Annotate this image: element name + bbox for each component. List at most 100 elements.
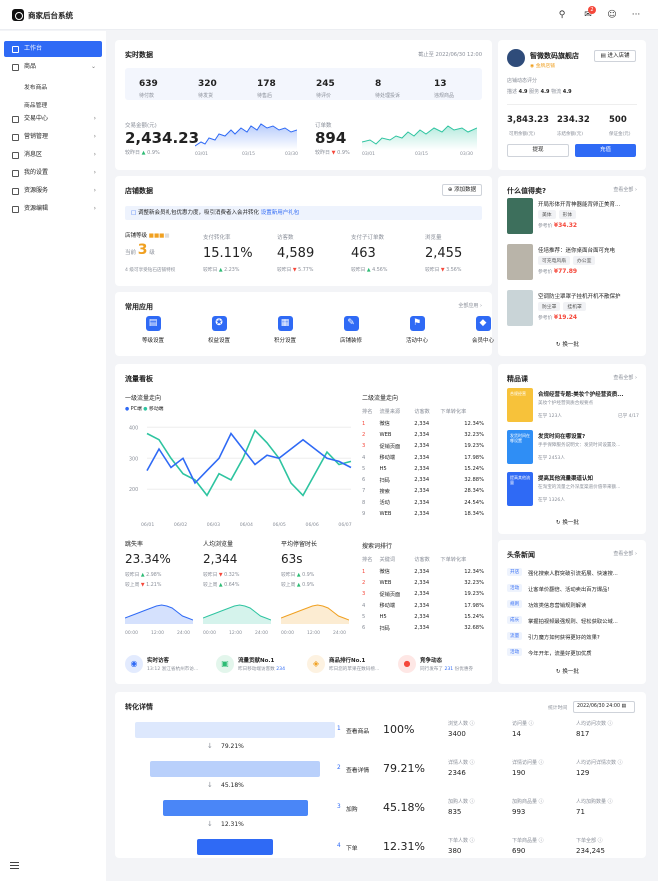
- news-headline[interactable]: 强化搜索人群突破引流拓展、快速搜...: [528, 569, 618, 577]
- sidebar-item-goods[interactable]: 商品 ⌄: [4, 59, 102, 75]
- funnel-step-name: 下单: [346, 846, 358, 852]
- funnel-metric-value: 817: [576, 730, 590, 738]
- notice-icon: □: [131, 210, 137, 216]
- keyword-cell: 2,334: [414, 591, 430, 598]
- funnel-arrow-icon: ↓: [207, 742, 213, 750]
- app-bookmark[interactable]: ▤ 等级设置: [130, 316, 176, 350]
- level2-cell: 4: [362, 454, 366, 461]
- small-metric-label: 人均浏览量: [203, 541, 234, 548]
- product-title[interactable]: 空调防尘罩罩子挂机开机不散保护: [538, 292, 621, 300]
- mini-area-chart: [203, 604, 271, 624]
- level2-cell: 微信: [379, 421, 390, 428]
- small-metric-value: 63s: [281, 552, 303, 566]
- message-icon: [12, 152, 19, 159]
- course-all-link[interactable]: 查看全部 ›: [613, 374, 637, 381]
- news-headline[interactable]: 功效类信息营销规则解读: [528, 601, 586, 609]
- metric-label: 访客数: [277, 235, 294, 241]
- sidebar-item-edit[interactable]: 资源编辑 ›: [4, 201, 102, 217]
- deposit: 500: [609, 115, 627, 125]
- level2-cell: 扫码: [379, 477, 390, 484]
- sidebar-item-service[interactable]: 资源服务 ›: [4, 183, 102, 199]
- recharge-button[interactable]: 充值: [575, 144, 636, 157]
- keyword-cell: 2,334: [414, 579, 430, 586]
- course-title[interactable]: 提高其他流量渠道认知: [538, 474, 593, 482]
- metric-value: 463: [351, 246, 376, 261]
- flag-icon: ⚑: [409, 316, 425, 331]
- worth-all-link[interactable]: 查看全部 ›: [613, 186, 637, 193]
- product-title[interactable]: 佳培推荐：迷你桌面台面可充电: [538, 246, 615, 254]
- sidebar-item-settings[interactable]: 我的设置 ›: [4, 165, 102, 181]
- compare-pct: 1.21%: [146, 583, 162, 588]
- date-picker[interactable]: 2022/06/30 24:00 ▤: [573, 701, 635, 713]
- x-tick-label: 06/04: [240, 522, 253, 528]
- news-headline[interactable]: 掌握拍视频最强规则、轻松获取公域...: [528, 617, 618, 625]
- sidebar-item-marketing[interactable]: 营销管理 ›: [4, 129, 102, 145]
- course-title[interactable]: 发货时间在哪设置?: [538, 432, 585, 440]
- notice-link[interactable]: 设置新用户礼包: [261, 210, 300, 216]
- app-points[interactable]: ▦ 积分设置: [262, 316, 308, 350]
- app-badge[interactable]: ✪ 权益设置: [196, 316, 242, 350]
- product-tags: 防尘罩 挂机罩: [538, 302, 589, 311]
- sidebar-sub-publish[interactable]: 发布商品: [24, 82, 47, 91]
- all-apps-link[interactable]: 全部应用 ›: [458, 302, 482, 309]
- feed-title: 商品排行No.1: [329, 658, 366, 664]
- product-tag: 办公室: [573, 256, 596, 265]
- news-headline[interactable]: 让客单价翻倍、活动卖出百万爆品!: [528, 585, 610, 593]
- user-icon[interactable]: ☺: [606, 9, 618, 21]
- funnel-metric-value: 993: [512, 808, 526, 816]
- level2-cell: WEB: [379, 511, 392, 518]
- level-value: 当前 3 级: [125, 242, 155, 258]
- level2-cell: 19.23%: [464, 443, 484, 450]
- small-metric-compare: 较上周 ▲ 0.9%: [281, 581, 314, 588]
- worth-refresh[interactable]: ↻ 换一批: [556, 340, 579, 348]
- keyword-cell: 1: [362, 568, 366, 575]
- traffic-card: 流量看板 一级流量走向 ● PC端 ● 移动端 200 300 400 06/01 06…: [115, 364, 492, 684]
- small-metric-compare: 较昨日 ▲ 0.9%: [281, 571, 314, 578]
- small-metric-compare: 较昨日 ▲ 2.98%: [125, 571, 161, 578]
- x-tick-label: 06/02: [174, 522, 187, 528]
- app-flag[interactable]: ⚑ 活动中心: [394, 316, 440, 350]
- frozen-balance: 234.32: [557, 115, 590, 125]
- legend-dot-mobile: ●: [143, 407, 148, 412]
- level2-col-header: 下单转化率: [440, 409, 467, 415]
- funnel-step-name: 查看商品: [346, 729, 370, 735]
- feed-icon: ◉: [125, 655, 143, 673]
- enter-shop-button[interactable]: ▤ 进入店铺: [594, 50, 636, 62]
- search-icon[interactable]: ⚲: [556, 9, 568, 21]
- keyword-cell: 移动端: [379, 603, 396, 610]
- x-tick-label: 06/07: [338, 522, 351, 528]
- keyword-row: 4 移动端 2,334 17.98%: [362, 600, 484, 611]
- sidebar-sub-manage[interactable]: 商品管理: [24, 100, 47, 109]
- news-headline[interactable]: 今年开年，流量好更加优质: [528, 649, 592, 657]
- rating-value: 4.9: [540, 89, 550, 95]
- orders-date-mid: 03/15: [415, 152, 428, 157]
- sidebar-item-message[interactable]: 消息区 ›: [4, 147, 102, 163]
- compare-label: 较上周: [125, 583, 141, 588]
- level2-cell: 3: [362, 443, 366, 450]
- sidebar-item-workbench[interactable]: 工作台: [4, 41, 102, 57]
- notification-badge: 2: [588, 6, 596, 14]
- course-title[interactable]: 合规经营专题:美妆个护经营资质...: [538, 390, 623, 398]
- withdraw-button[interactable]: 提现: [507, 144, 569, 157]
- gmv-area: [195, 124, 297, 150]
- collapse-menu-icon[interactable]: [10, 862, 19, 869]
- news-all-link[interactable]: 查看全部 ›: [613, 550, 637, 557]
- add-data-button[interactable]: ⊕ 添加数据: [442, 184, 482, 196]
- product-title[interactable]: 开局形体开背神器能背卵正美育...: [538, 200, 620, 208]
- news-refresh[interactable]: ↻ 换一批: [556, 667, 579, 675]
- marketing-icon: [12, 134, 19, 141]
- sidebar-item-trade[interactable]: 交易中心 ›: [4, 111, 102, 127]
- app-label: 活动中心: [405, 338, 428, 344]
- rating-label: 服务: [529, 89, 540, 95]
- news-headline[interactable]: 引力魔方如何获得更好的效果?: [528, 633, 600, 641]
- app-paint[interactable]: ✎ 店铺装修: [328, 316, 374, 350]
- course-refresh[interactable]: ↻ 换一批: [556, 518, 579, 526]
- traffic-line-chart: 200 300 400 06/01 06/02 06/03 06/04 06/05 06/06 0…: [129, 425, 352, 528]
- keyword-cell: 32.68%: [464, 625, 484, 632]
- keyword-cell: 2,334: [414, 602, 430, 609]
- more-icon[interactable]: ···: [630, 9, 642, 21]
- price-value: ¥34.32: [553, 222, 578, 229]
- compare-label: 较昨日: [125, 573, 141, 578]
- keyword-cell: 2,334: [414, 568, 430, 575]
- funnel-step-name: 加购: [346, 807, 358, 813]
